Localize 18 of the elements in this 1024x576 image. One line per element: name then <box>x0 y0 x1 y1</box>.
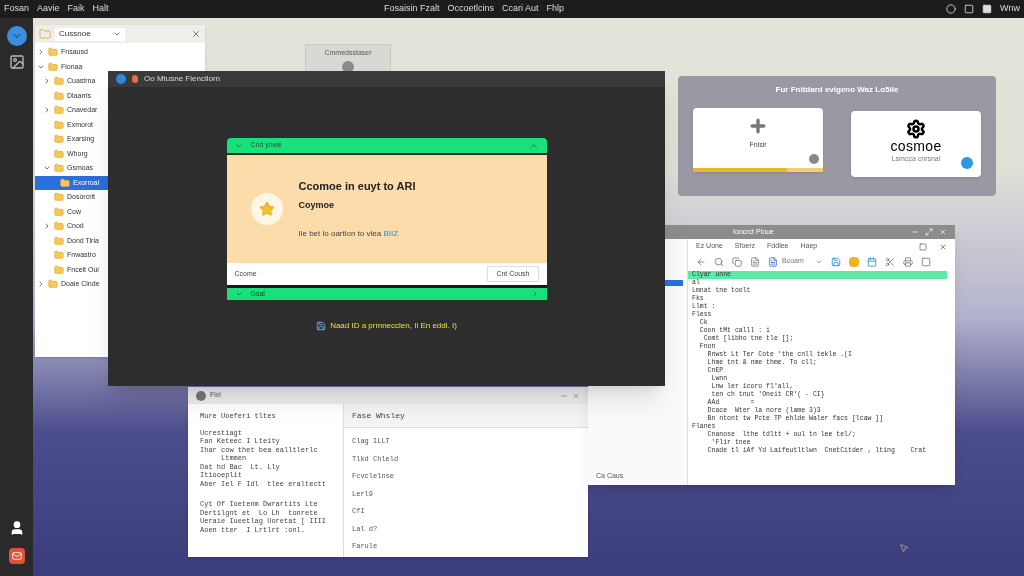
menu-item[interactable]: Aavie <box>37 2 60 16</box>
menu-item[interactable]: Faik <box>67 2 85 16</box>
window-title: Oo Mtusne Fiencilorn <box>144 73 221 85</box>
dialog-text: Ile bet lo oartlon to vlea BIIZ <box>298 228 400 240</box>
menu-item[interactable]: Fosaisin Fzalt <box>384 2 440 16</box>
location-field[interactable]: Cussnoe <box>55 27 125 41</box>
dialog-subtitle: Coymoe <box>298 198 335 212</box>
clock-text: Wnw <box>1000 2 1020 16</box>
menu-item[interactable]: Occoetlcins <box>447 2 495 16</box>
menu-item[interactable]: Halt <box>92 2 109 16</box>
menu-item[interactable]: Fosan <box>4 2 29 16</box>
status-text: Naad ID a prmnecclen, Il En eddl. I) <box>330 320 457 332</box>
logo-text: cosmoe <box>890 139 942 154</box>
column-header: Fase Whsley <box>344 404 588 428</box>
dialog-title: Ccomoe in euyt to ARI <box>298 179 416 194</box>
menu-item[interactable]: Ccari Aut <box>502 2 539 16</box>
panel-title: Fur Fnitdard evigeno Waz Lo5ile <box>775 84 899 96</box>
menu-item[interactable]: Fhlp <box>546 2 565 16</box>
